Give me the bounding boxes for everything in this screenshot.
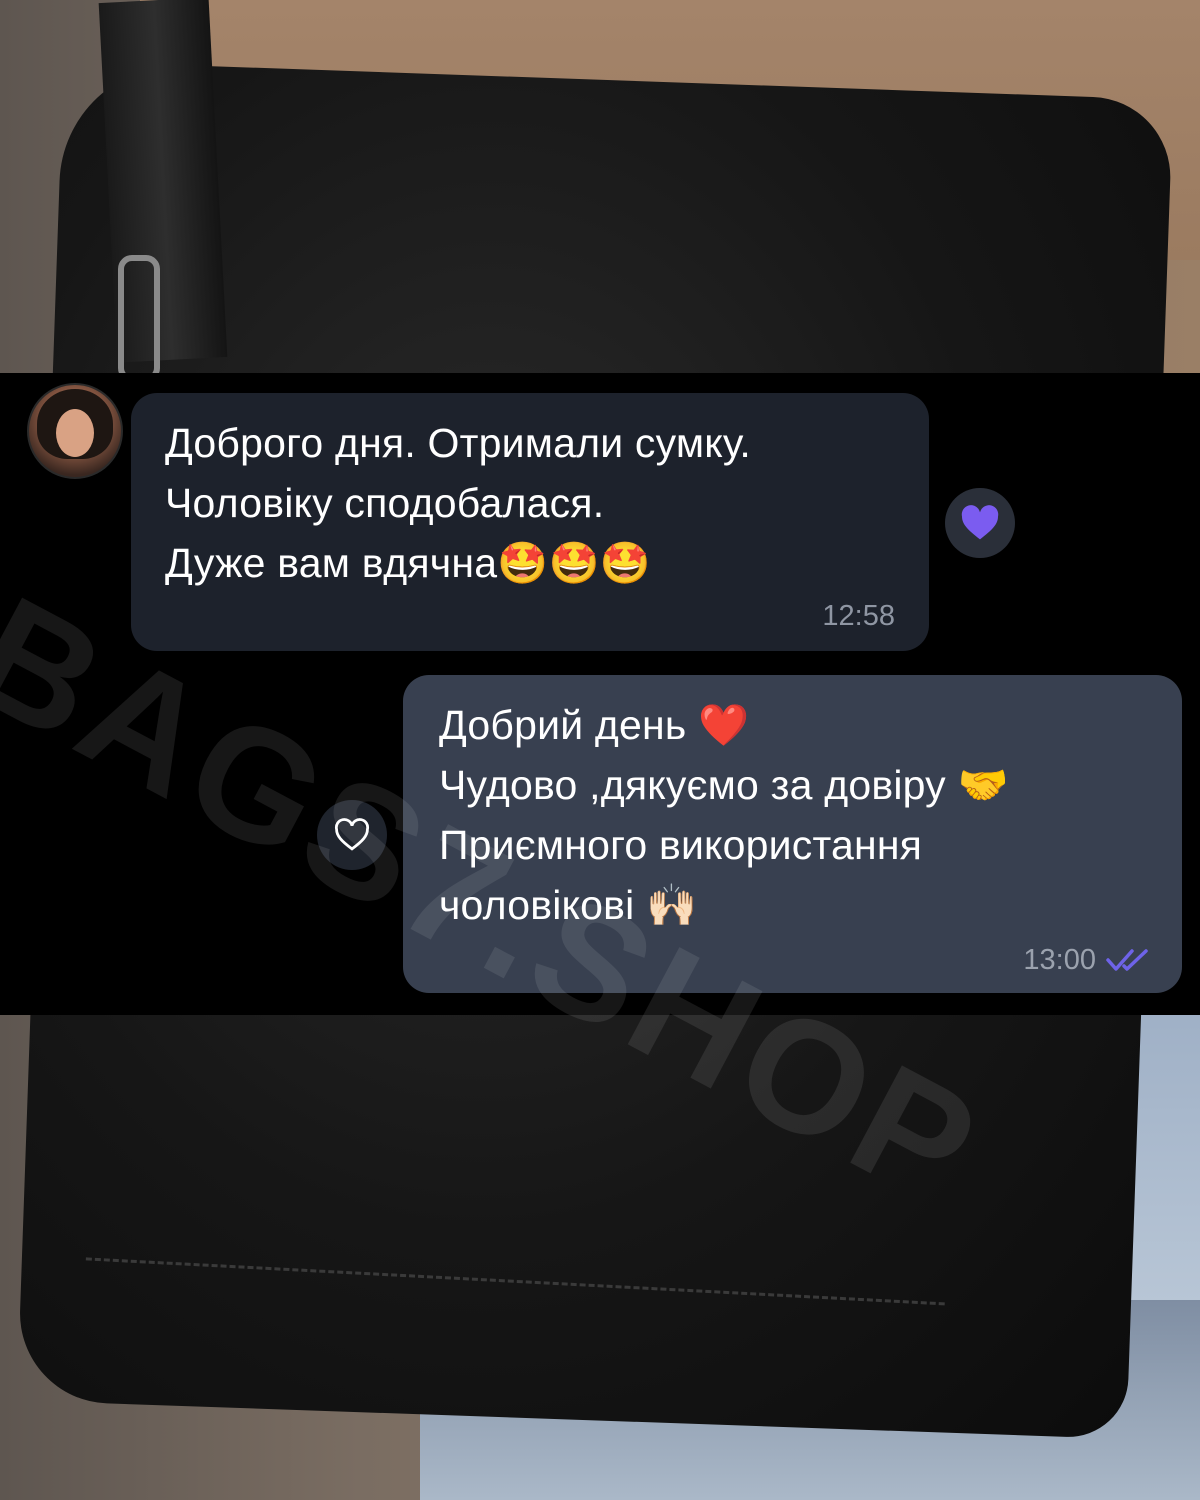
incoming-line: Чоловіку сподобалася. xyxy=(165,480,605,526)
avatar[interactable] xyxy=(27,383,123,479)
purple-heart-icon xyxy=(961,505,999,540)
outgoing-line: Чудово ,дякуємо за довіру 🤝 xyxy=(439,762,1009,808)
incoming-timestamp: 12:58 xyxy=(822,600,895,632)
incoming-message[interactable]: Доброго дня. Отримали сумку. Чоловіку сп… xyxy=(131,393,929,651)
incoming-message-text: Доброго дня. Отримали сумку. Чоловіку сп… xyxy=(165,413,751,593)
reaction-heart-button[interactable] xyxy=(945,488,1015,558)
outgoing-timestamp: 13:00 xyxy=(1023,944,1096,976)
incoming-line: Дуже вам вдячна🤩🤩🤩 xyxy=(165,540,651,586)
read-receipt-double-check-icon xyxy=(1106,949,1148,971)
outgoing-line: Добрий день ❤️ xyxy=(439,702,750,748)
incoming-line: Доброго дня. Отримали сумку. xyxy=(165,420,752,466)
strap-ring xyxy=(118,255,160,382)
